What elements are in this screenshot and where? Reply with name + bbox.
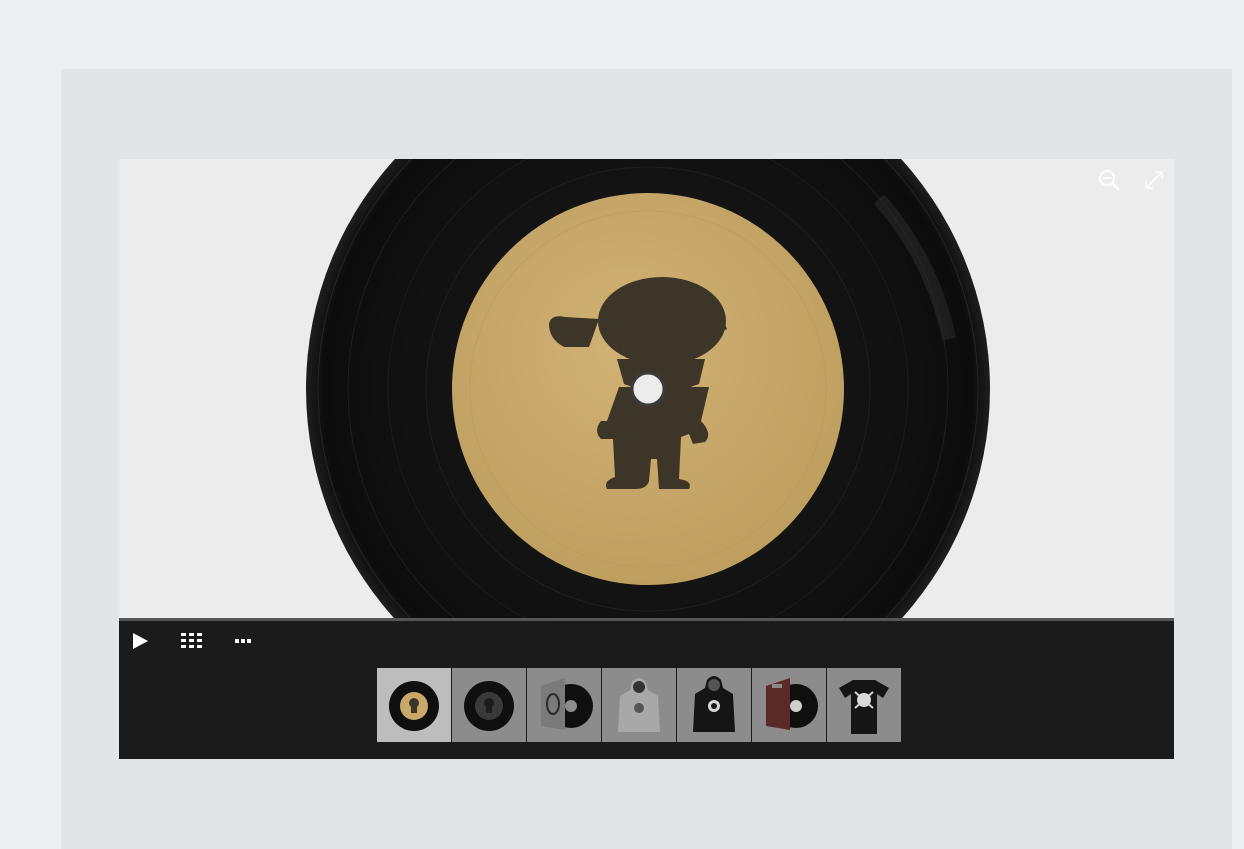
thumbnail-grey-hoodie[interactable]	[602, 668, 676, 742]
grid-icon	[180, 633, 202, 648]
thumbnails-toggle-button[interactable]	[180, 629, 202, 653]
thumbnail-black-tshirt[interactable]	[827, 668, 901, 742]
play-icon	[133, 633, 148, 649]
gallery-controls	[119, 621, 1174, 661]
thumbnail-record-sleeve[interactable]	[527, 668, 601, 742]
thumbnail-gold-vinyl[interactable]	[377, 668, 451, 742]
vinyl-record-image	[306, 159, 990, 618]
thumbnail-black-hoodie[interactable]	[677, 668, 751, 742]
fullscreen-expand-icon[interactable]	[1143, 169, 1165, 191]
thumbnail-red-sleeve[interactable]	[752, 668, 826, 742]
thumbnail-strip	[377, 668, 901, 742]
zoom-out-icon[interactable]	[1098, 169, 1120, 191]
play-button[interactable]	[129, 629, 151, 653]
ellipsis-icon	[234, 639, 251, 643]
thumbnail-dark-vinyl[interactable]	[452, 668, 526, 742]
image-gallery	[119, 159, 1174, 759]
main-image-stage[interactable]	[119, 159, 1174, 618]
more-options-button[interactable]	[233, 629, 253, 653]
